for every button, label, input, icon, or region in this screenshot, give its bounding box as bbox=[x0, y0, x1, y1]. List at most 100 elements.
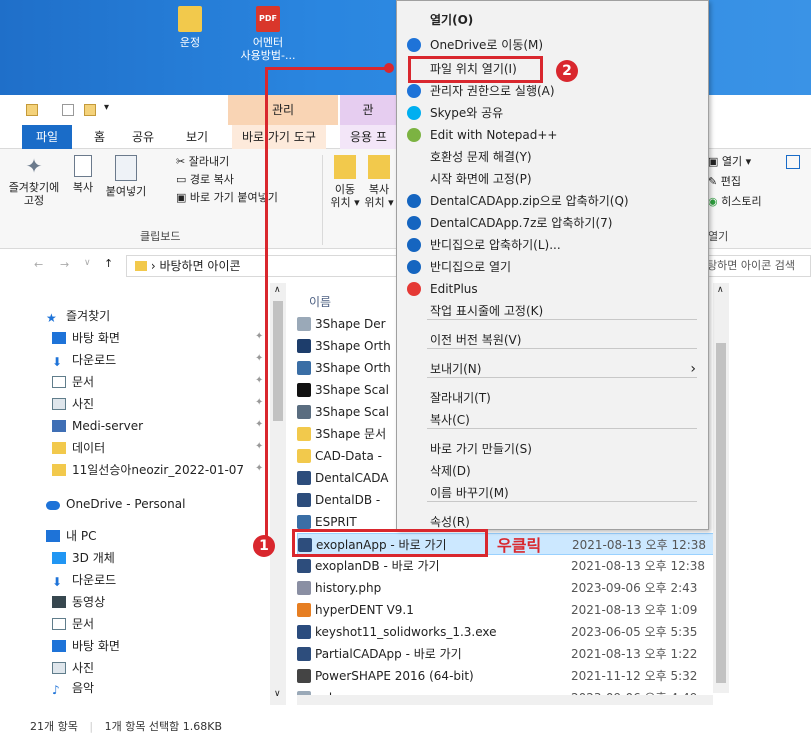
menu-item[interactable]: DentalCADApp.7z로 압축하기(7) bbox=[397, 212, 708, 234]
file-row[interactable]: hyperDENT V9.1 2021-08-13 오후 1:09 bbox=[297, 599, 717, 621]
file-name: PowerSHAPE 2016 (64-bit) bbox=[315, 669, 474, 683]
nav-item-videos[interactable]: 동영상 bbox=[52, 591, 105, 613]
cut-label: 잘라내기 bbox=[188, 155, 230, 168]
pin-quick-access-button[interactable]: ✦ 즐겨찾기에 고정 bbox=[6, 155, 62, 207]
nav-item-onedrive[interactable]: OneDrive - Personal bbox=[46, 493, 185, 515]
file-scroll-thumb[interactable] bbox=[716, 343, 726, 683]
menu-item[interactable]: 삭제(D) bbox=[397, 460, 708, 482]
recent-chevron-icon[interactable]: ∨ bbox=[84, 258, 91, 268]
menu-item[interactable]: 열기(O) bbox=[397, 9, 708, 31]
menu-item[interactable]: Edit with Notepad++ bbox=[397, 124, 708, 146]
qat-dropdown-icon[interactable]: ▾ bbox=[104, 102, 109, 113]
column-header-name[interactable]: 이름 bbox=[309, 293, 331, 310]
folder-small-icon[interactable] bbox=[26, 104, 38, 116]
breadcrumb[interactable]: 바탕하면 아이콘 bbox=[159, 259, 240, 273]
copy-to-button[interactable]: 복사 위치 ▾ bbox=[362, 155, 396, 209]
file-list-scrollbar[interactable]: ∧ bbox=[713, 283, 729, 693]
up-arrow-icon[interactable]: ↑ bbox=[104, 257, 113, 270]
pin-icon[interactable]: ✦ bbox=[255, 441, 263, 452]
file-name: 3Shape Der bbox=[315, 317, 386, 331]
nav-item-label: 사진 bbox=[72, 397, 95, 411]
history-button[interactable]: ◉ 히스토리 bbox=[708, 195, 762, 208]
nav-item-folder-2022[interactable]: 11일선승아neozir_2022-01-07 bbox=[52, 459, 244, 481]
nav-item-data[interactable]: 데이터 bbox=[52, 437, 105, 459]
nav-item-documents[interactable]: 문서 bbox=[52, 371, 94, 393]
desktop-folder-icon[interactable]: 운정 bbox=[150, 6, 230, 49]
nav-item-quick-access[interactable]: ★ 즐겨찾기 bbox=[46, 305, 110, 327]
tab-share[interactable]: 공유 bbox=[122, 125, 164, 149]
nav-item-desktop[interactable]: 바탕 화면 bbox=[52, 327, 120, 349]
cut-button[interactable]: ✂ 잘라내기 bbox=[176, 155, 229, 168]
scroll-up-icon[interactable]: ∧ bbox=[274, 285, 281, 295]
menu-item[interactable]: 시작 화면에 고정(P) bbox=[397, 168, 708, 190]
back-arrow-icon[interactable]: ← bbox=[34, 258, 43, 271]
menu-item[interactable]: EditPlus bbox=[397, 278, 708, 300]
desktop-pdf-icon[interactable]: PDF 어멘터 사용방법-... bbox=[228, 6, 308, 62]
nav-item-this-pc[interactable]: 내 PC bbox=[46, 525, 96, 547]
file-row[interactable]: exoplanDB - 바로 가기 2021-08-13 오후 12:38 bbox=[297, 555, 717, 577]
menu-item[interactable]: 호환성 문제 해결(Y) bbox=[397, 146, 708, 168]
menu-item[interactable]: 바로 가기 만들기(S) bbox=[397, 438, 708, 460]
pin-icon[interactable]: ✦ bbox=[255, 419, 263, 430]
nav-item-desktop-pc[interactable]: 바탕 화면 bbox=[52, 635, 120, 657]
pin-icon[interactable]: ✦ bbox=[255, 331, 263, 342]
menu-item[interactable]: DentalCADApp.zip으로 압축하기(Q) bbox=[397, 190, 708, 212]
tab-app-tools[interactable]: 응용 프 bbox=[340, 125, 397, 149]
menu-item-icon bbox=[407, 194, 421, 208]
copy-folder-icon bbox=[368, 155, 390, 179]
copy-path-label: 경로 복사 bbox=[189, 173, 234, 186]
file-row[interactable]: PartialCADApp - 바로 가기 2021-08-13 오후 1:22 bbox=[297, 643, 717, 665]
tab-shortcut-tools[interactable]: 바로 가기 도구 bbox=[232, 125, 326, 149]
nav-item-downloads[interactable]: ⬇ 다운로드 bbox=[52, 349, 116, 371]
nav-item-documents-pc[interactable]: 문서 bbox=[52, 613, 94, 635]
selection-info: 1개 항목 선택함 1.68KB bbox=[104, 720, 223, 733]
ctx-tab-manage[interactable]: 관리 bbox=[228, 95, 338, 125]
folder-small-icon[interactable] bbox=[84, 104, 96, 116]
pin-icon[interactable]: ✦ bbox=[255, 397, 263, 408]
paste-button[interactable]: 붙여넣기 bbox=[104, 155, 148, 198]
nav-scroll-thumb[interactable] bbox=[273, 301, 283, 421]
nav-item-pictures-pc[interactable]: 사진 bbox=[52, 657, 94, 679]
edit-button[interactable]: ✎ 편집 bbox=[708, 175, 741, 188]
copy-path-button[interactable]: ▭ 경로 복사 bbox=[176, 173, 234, 186]
picture-icon bbox=[52, 662, 66, 674]
ctx-tab-manage2[interactable]: 관 bbox=[340, 95, 396, 125]
menu-item[interactable]: OneDrive로 이동(M) bbox=[397, 34, 708, 56]
scroll-down-icon[interactable]: ∨ bbox=[274, 689, 281, 699]
horizontal-scrollbar[interactable] bbox=[297, 695, 713, 705]
menu-item[interactable]: 잘라내기(T) bbox=[397, 387, 708, 409]
menu-item[interactable]: 반디집으로 열기 bbox=[397, 256, 708, 278]
nav-item-medi-server[interactable]: Medi-server bbox=[52, 415, 143, 437]
nav-scrollbar[interactable]: ∧ ∨ bbox=[270, 283, 286, 705]
forward-arrow-icon[interactable]: → bbox=[60, 258, 69, 271]
select-all-icon[interactable] bbox=[786, 155, 800, 169]
tab-file[interactable]: 파일 bbox=[22, 125, 72, 149]
file-row[interactable]: keyshot11_solidworks_1.3.exe 2023-06-05 오… bbox=[297, 621, 717, 643]
nav-item-pictures[interactable]: 사진 bbox=[52, 393, 94, 415]
menu-item[interactable]: 관리자 권한으로 실행(A) bbox=[397, 80, 708, 102]
pin-icon[interactable]: ✦ bbox=[255, 463, 263, 474]
pin-icon[interactable]: ✦ bbox=[255, 353, 263, 364]
nav-item-music[interactable]: ♪ 음악 bbox=[52, 681, 94, 695]
pin-icon[interactable]: ✦ bbox=[255, 375, 263, 386]
paste-shortcut-button[interactable]: ▣ 바로 가기 붙여넣기 bbox=[176, 191, 278, 204]
tab-home[interactable]: 홈 bbox=[84, 125, 115, 149]
nav-item-downloads-pc[interactable]: ⬇ 다운로드 bbox=[52, 569, 116, 591]
move-to-button[interactable]: 이동 위치 ▾ bbox=[328, 155, 362, 209]
scroll-up-icon[interactable]: ∧ bbox=[717, 285, 724, 295]
copy-button[interactable]: 복사 bbox=[68, 155, 98, 194]
file-row[interactable]: history.php 2023-09-06 오후 2:43 bbox=[297, 577, 717, 599]
open-button[interactable]: ▣ 열기 ▾ bbox=[708, 155, 751, 168]
menu-item[interactable]: 반디집으로 압축하기(L)... bbox=[397, 234, 708, 256]
nav-item-3d-objects[interactable]: 3D 개체 bbox=[52, 547, 115, 569]
item-count: 21개 항목 bbox=[30, 720, 78, 733]
tab-view[interactable]: 보기 bbox=[176, 125, 218, 149]
search-input[interactable]: 탕하면 아이콘 검색 bbox=[700, 255, 811, 277]
file-row[interactable]: PowerSHAPE 2016 (64-bit) 2021-11-12 오후 5:… bbox=[297, 665, 717, 687]
file-icon bbox=[297, 405, 311, 419]
menu-item-label: 이전 버전 복원(V) bbox=[430, 333, 522, 347]
desktop-icon-label: 어멘터 사용방법-... bbox=[240, 36, 296, 62]
file-icon bbox=[297, 625, 311, 639]
menu-item[interactable]: Skype와 공유 bbox=[397, 102, 708, 124]
checkbox-icon[interactable] bbox=[62, 104, 74, 116]
